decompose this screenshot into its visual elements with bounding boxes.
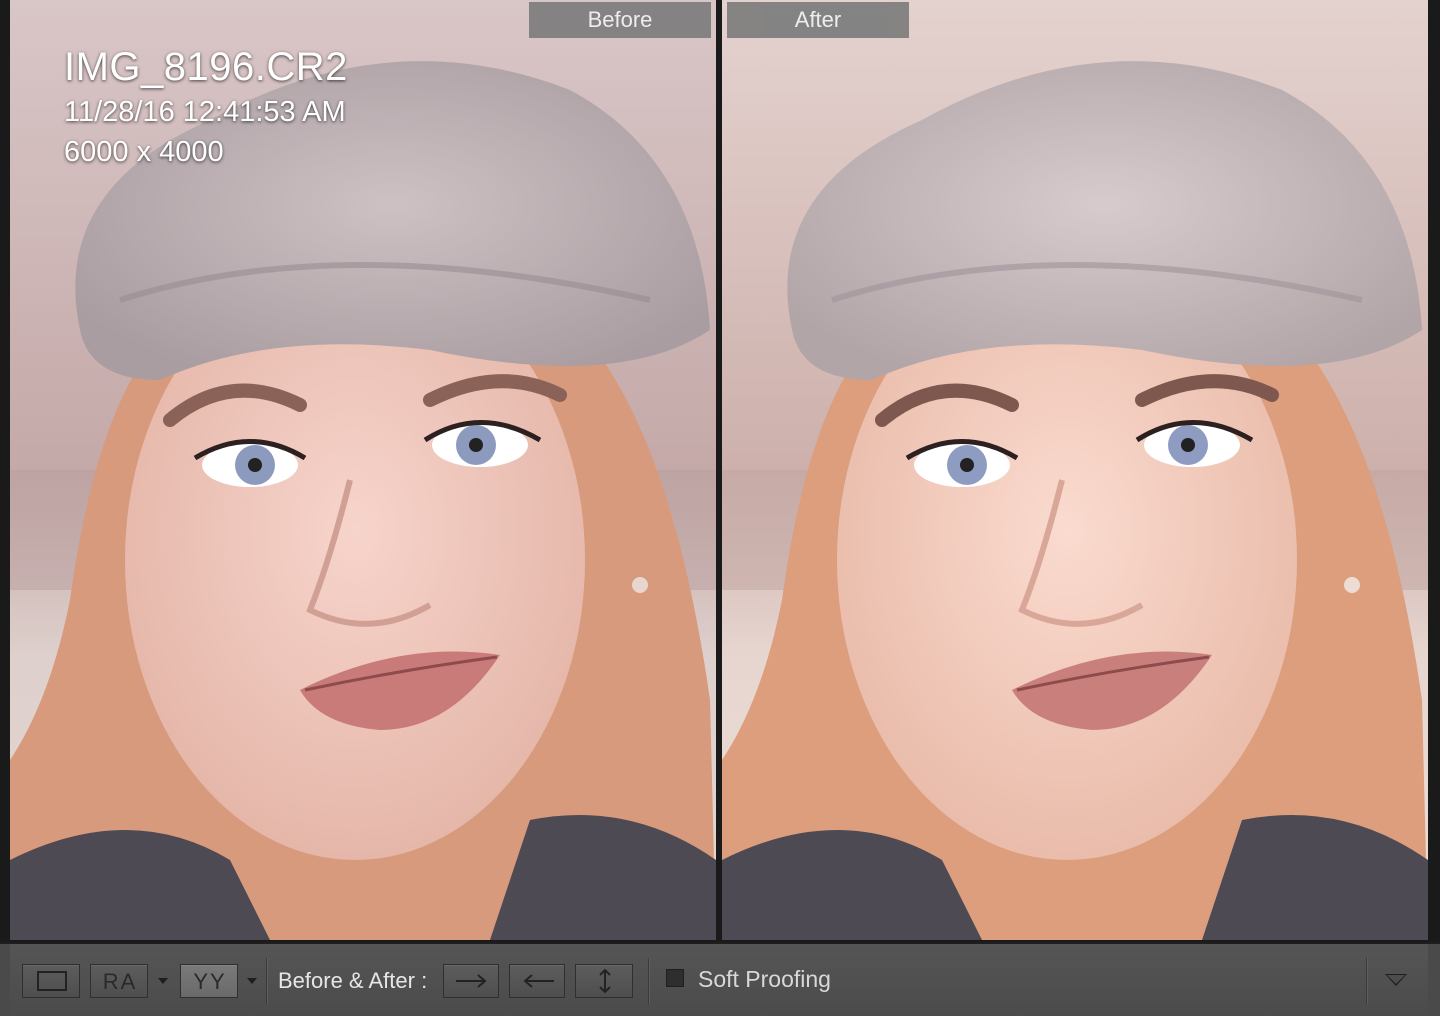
before-after-left-right-button[interactable]: RA — [90, 964, 148, 998]
arrow-left-icon — [523, 974, 554, 988]
divider — [266, 958, 267, 1004]
chevron-down-icon[interactable] — [247, 978, 257, 984]
swap-vertical-icon — [599, 968, 611, 994]
soft-proofing-label[interactable]: Soft Proofing — [698, 962, 831, 996]
copy-after-to-before-button[interactable] — [509, 964, 565, 998]
top-bottom-split-icon: YY — [193, 969, 227, 994]
divider — [648, 958, 649, 1004]
after-pane[interactable]: After — [722, 0, 1428, 940]
before-pane[interactable]: Before IMG_8196.CR2 11/28/16 12:41:53 AM… — [10, 0, 716, 940]
copy-before-to-after-button[interactable] — [443, 964, 499, 998]
image-filename: IMG_8196.CR2 — [64, 45, 348, 89]
image-datetime: 11/28/16 12:41:53 AM — [64, 96, 346, 128]
image-dimensions: 6000 x 4000 — [64, 136, 224, 168]
after-label: After — [727, 2, 909, 38]
swap-before-after-button[interactable] — [575, 964, 633, 998]
after-photo — [722, 0, 1428, 940]
image-info-overlay: IMG_8196.CR2 11/28/16 12:41:53 AM 6000 x… — [64, 42, 348, 172]
before-after-label: Before & After : — [278, 968, 428, 993]
toolbar-menu-chevron-icon[interactable] — [1385, 974, 1407, 986]
before-label: Before — [529, 2, 711, 38]
left-right-split-icon: RA — [102, 969, 138, 994]
chevron-down-icon[interactable] — [158, 978, 168, 984]
before-after-viewer: Before IMG_8196.CR2 11/28/16 12:41:53 AM… — [0, 0, 1440, 942]
before-after-top-bottom-button[interactable]: YY — [180, 964, 238, 998]
single-frame-icon — [37, 971, 67, 991]
divider — [1366, 958, 1367, 1004]
loupe-view-button[interactable] — [22, 964, 80, 998]
soft-proofing-checkbox[interactable] — [666, 969, 684, 987]
arrow-right-icon — [456, 974, 487, 988]
